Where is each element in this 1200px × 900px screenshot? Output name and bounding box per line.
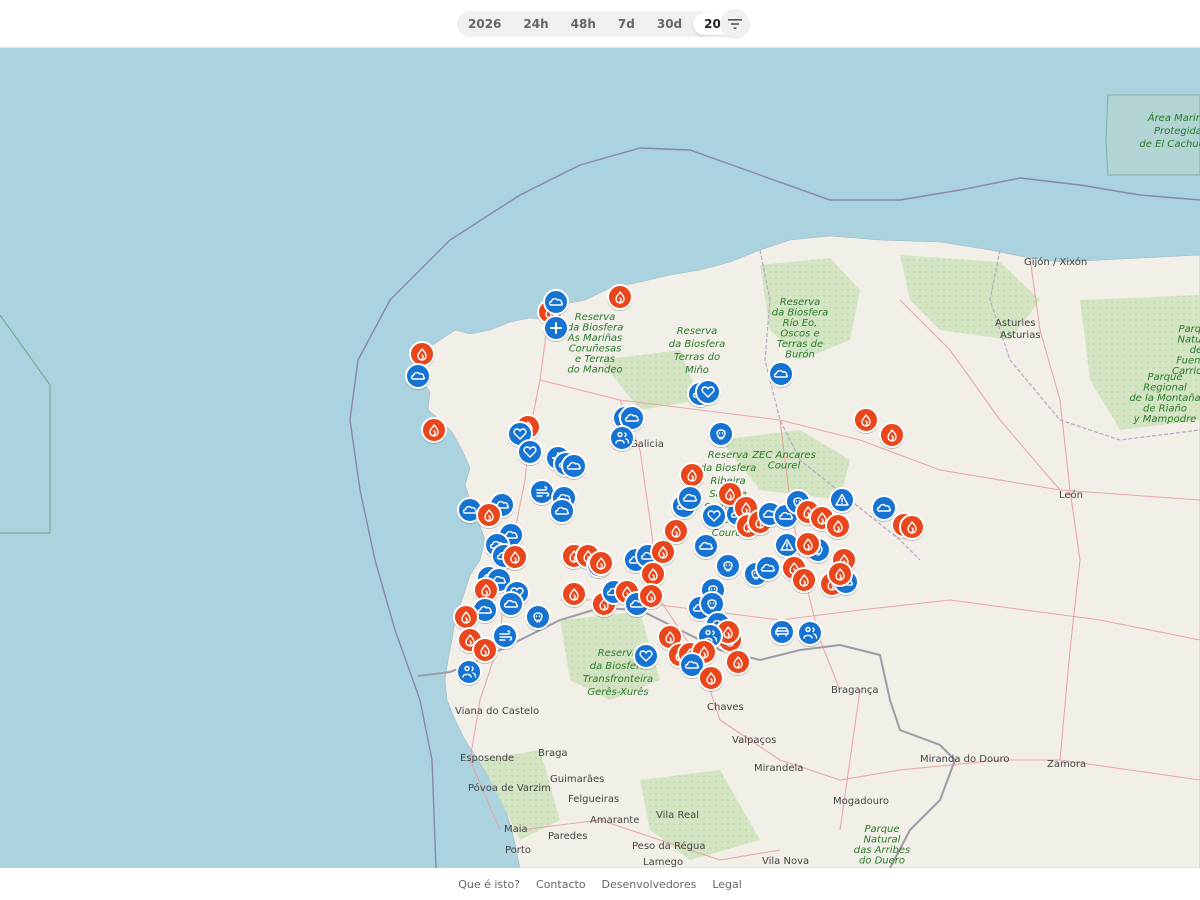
people-marker[interactable]: [456, 659, 482, 686]
place-label: Miranda do Douro: [920, 754, 1009, 765]
place-label: Asturies: [995, 318, 1036, 329]
top-toolbar: 2026 24h 48h 7d 30d 2025: [0, 0, 1200, 48]
fire-marker[interactable]: [561, 581, 587, 608]
place-label: Chaves: [707, 702, 744, 713]
fire-marker[interactable]: [679, 462, 705, 489]
fire-marker[interactable]: [795, 531, 821, 558]
period-30d[interactable]: 30d: [646, 13, 693, 35]
map-canvas[interactable]: Gijón / Xixón Asturies Asturias León Bra…: [0, 48, 1200, 868]
fire-marker[interactable]: [453, 604, 479, 631]
place-label: Maia: [504, 824, 528, 835]
footer-link-legal[interactable]: Legal: [712, 878, 741, 891]
period-7d[interactable]: 7d: [607, 13, 646, 35]
fire-marker[interactable]: [825, 513, 851, 540]
fire-marker[interactable]: [791, 567, 817, 594]
footer-link-developers[interactable]: Desenvolvedores: [602, 878, 697, 891]
period-selector: 2026 24h 48h 7d 30d 2025: [457, 11, 749, 37]
weather-marker[interactable]: [677, 485, 703, 512]
toxic-marker[interactable]: [715, 553, 741, 580]
fire-marker[interactable]: [725, 649, 751, 676]
place-label: Valpaços: [732, 735, 776, 746]
place-label: Bragança: [831, 685, 879, 696]
medical-marker[interactable]: [543, 315, 569, 342]
place-label: Galicia: [630, 439, 664, 450]
people-marker[interactable]: [797, 620, 823, 647]
weather-marker[interactable]: [405, 363, 431, 390]
place-label: Braga: [538, 748, 568, 759]
park-label: Reserva da Biosfera As Mariñas Coruñesas e T…: [567, 312, 624, 376]
fire-marker[interactable]: [879, 422, 905, 449]
filter-button[interactable]: [720, 9, 750, 39]
people-marker[interactable]: [609, 425, 635, 452]
fire-marker[interactable]: [663, 518, 689, 545]
wind-marker[interactable]: [492, 623, 518, 650]
place-label: Mirandela: [754, 763, 803, 774]
fire-marker[interactable]: [853, 407, 879, 434]
place-label: Lamego: [643, 857, 683, 868]
period-24h[interactable]: 24h: [512, 13, 559, 35]
period-2026[interactable]: 2026: [457, 13, 512, 35]
place-label: Vila Real: [656, 810, 699, 821]
place-label: Esposende: [460, 753, 514, 764]
health-marker[interactable]: [633, 643, 659, 670]
place-label: Porto: [505, 845, 531, 856]
map-view[interactable]: Gijón / Xixón Asturies Asturias León Bra…: [0, 48, 1200, 868]
fire-marker[interactable]: [502, 544, 528, 571]
toxic-marker[interactable]: [525, 604, 551, 631]
place-label: Zamora: [1047, 759, 1086, 770]
weather-marker[interactable]: [543, 289, 569, 316]
weather-marker[interactable]: [561, 453, 587, 480]
weather-marker[interactable]: [768, 361, 794, 388]
fire-marker[interactable]: [607, 284, 633, 311]
footer: Que é isto? Contacto Desenvolvedores Leg…: [0, 868, 1200, 900]
place-label: León: [1059, 489, 1083, 501]
weather-marker[interactable]: [549, 498, 575, 525]
fire-marker[interactable]: [827, 561, 853, 588]
footer-link-what-is-this[interactable]: Que é isto?: [458, 878, 520, 891]
place-label: Peso da Régua: [632, 840, 705, 852]
health-marker[interactable]: [695, 379, 721, 406]
place-label: Paredes: [548, 831, 587, 842]
fire-marker[interactable]: [421, 417, 447, 444]
health-marker[interactable]: [701, 503, 727, 530]
weather-marker[interactable]: [755, 555, 781, 582]
fire-marker[interactable]: [899, 514, 925, 541]
place-label: Felgueiras: [568, 794, 619, 805]
fire-marker[interactable]: [588, 550, 614, 577]
place-label: Vila Nova: [762, 856, 809, 867]
place-label: Gijón / Xixón: [1024, 256, 1087, 268]
toxic-marker[interactable]: [708, 421, 734, 448]
filter-icon: [728, 19, 742, 29]
fire-marker[interactable]: [476, 502, 502, 529]
place-label: Amarante: [590, 815, 639, 826]
place-label: Póvoa de Varzim: [468, 782, 551, 794]
fire-marker[interactable]: [698, 665, 724, 692]
place-label: Asturias: [1000, 330, 1041, 341]
traffic-marker[interactable]: [769, 619, 795, 646]
footer-link-contact[interactable]: Contacto: [536, 878, 586, 891]
place-label: Viana do Castelo: [455, 706, 539, 717]
warning-marker[interactable]: [829, 487, 855, 514]
wind-marker[interactable]: [529, 479, 555, 506]
period-48h[interactable]: 48h: [560, 13, 607, 35]
place-label: Guimarães: [550, 774, 604, 785]
health-marker[interactable]: [517, 439, 543, 466]
place-label: Mogadouro: [833, 796, 889, 807]
weather-marker[interactable]: [693, 533, 719, 560]
weather-marker[interactable]: [498, 591, 524, 618]
fire-marker[interactable]: [638, 583, 664, 610]
